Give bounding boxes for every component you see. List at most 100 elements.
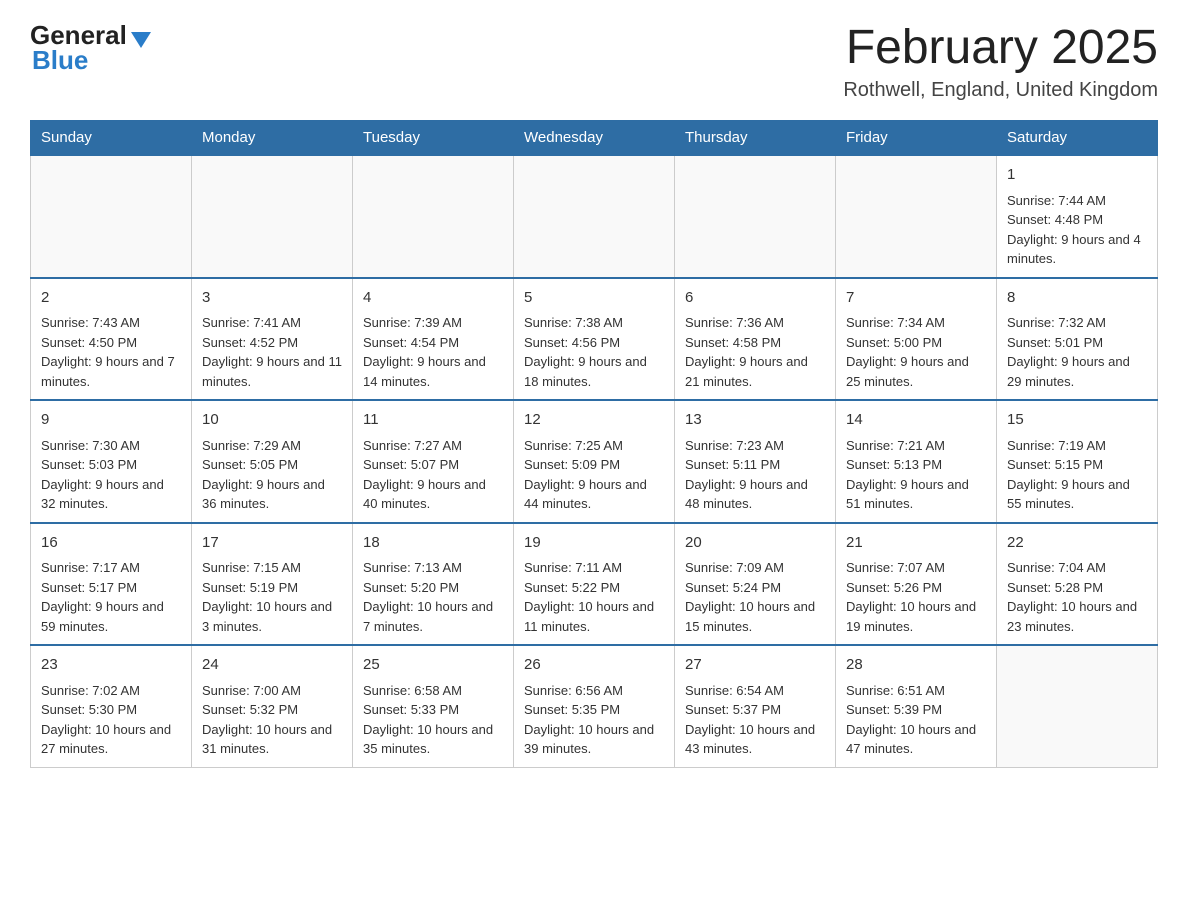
calendar-cell xyxy=(353,155,514,278)
calendar-table: SundayMondayTuesdayWednesdayThursdayFrid… xyxy=(30,120,1158,768)
day-info: Sunrise: 7:02 AM Sunset: 5:30 PM Dayligh… xyxy=(41,681,181,759)
day-info: Sunrise: 7:29 AM Sunset: 5:05 PM Dayligh… xyxy=(202,436,342,514)
day-number: 18 xyxy=(363,532,503,555)
calendar-week-1: 1 Sunrise: 7:44 AM Sunset: 4:48 PM Daylig… xyxy=(31,155,1158,278)
weekday-header-thursday: Thursday xyxy=(675,121,836,156)
calendar-cell: 11 Sunrise: 7:27 AM Sunset: 5:07 PM Dayli… xyxy=(353,400,514,523)
calendar-cell: 18 Sunrise: 7:13 AM Sunset: 5:20 PM Dayli… xyxy=(353,523,514,646)
calendar-cell: 22 Sunrise: 7:04 AM Sunset: 5:28 PM Dayli… xyxy=(997,523,1158,646)
logo-blue-text: Blue xyxy=(32,45,153,76)
page-header: General Blue February 2025 Rothwell, Eng… xyxy=(30,20,1158,102)
day-number: 7 xyxy=(846,287,986,310)
day-number: 20 xyxy=(685,532,825,555)
day-info: Sunrise: 7:19 AM Sunset: 5:15 PM Dayligh… xyxy=(1007,436,1147,514)
calendar-cell: 4Sunrise: 7:39 AM Sunset: 4:54 PM Daylig… xyxy=(353,278,514,401)
day-number: 5 xyxy=(524,287,664,310)
day-number: 21 xyxy=(846,532,986,555)
day-number: 3 xyxy=(202,287,342,310)
calendar-cell xyxy=(675,155,836,278)
logo-area: General Blue xyxy=(30,20,153,76)
calendar-cell: 10Sunrise: 7:29 AM Sunset: 5:05 PM Dayli… xyxy=(192,400,353,523)
day-info: Sunrise: 7:36 AM Sunset: 4:58 PM Dayligh… xyxy=(685,313,825,391)
day-info: Sunrise: 7:44 AM Sunset: 4:48 PM Dayligh… xyxy=(1007,191,1147,269)
calendar-cell: 2 Sunrise: 7:43 AM Sunset: 4:50 PM Daylig… xyxy=(31,278,192,401)
weekday-header-row: SundayMondayTuesdayWednesdayThursdayFrid… xyxy=(31,121,1158,156)
calendar-title: February 2025 xyxy=(843,20,1158,75)
day-info: Sunrise: 7:09 AM Sunset: 5:24 PM Dayligh… xyxy=(685,558,825,636)
calendar-cell: 24 Sunrise: 7:00 AM Sunset: 5:32 PM Dayli… xyxy=(192,645,353,767)
day-info: Sunrise: 7:34 AM Sunset: 5:00 PM Dayligh… xyxy=(846,313,986,391)
day-info: Sunrise: 7:13 AM Sunset: 5:20 PM Dayligh… xyxy=(363,558,503,636)
title-area: February 2025 Rothwell, England, United … xyxy=(843,20,1158,102)
calendar-cell: 9 Sunrise: 7:30 AM Sunset: 5:03 PM Daylig… xyxy=(31,400,192,523)
day-info: Sunrise: 7:00 AM Sunset: 5:32 PM Dayligh… xyxy=(202,681,342,759)
calendar-cell: 17 Sunrise: 7:15 AM Sunset: 5:19 PM Dayli… xyxy=(192,523,353,646)
day-info: Sunrise: 7:43 AM Sunset: 4:50 PM Dayligh… xyxy=(41,313,181,391)
day-info: Sunrise: 7:41 AM Sunset: 4:52 PM Dayligh… xyxy=(202,313,342,391)
day-number: 9 xyxy=(41,409,181,432)
calendar-cell: 23Sunrise: 7:02 AM Sunset: 5:30 PM Dayli… xyxy=(31,645,192,767)
calendar-cell: 6Sunrise: 7:36 AM Sunset: 4:58 PM Daylig… xyxy=(675,278,836,401)
day-info: Sunrise: 6:56 AM Sunset: 5:35 PM Dayligh… xyxy=(524,681,664,759)
day-info: Sunrise: 7:04 AM Sunset: 5:28 PM Dayligh… xyxy=(1007,558,1147,636)
day-number: 13 xyxy=(685,409,825,432)
calendar-week-2: 2 Sunrise: 7:43 AM Sunset: 4:50 PM Daylig… xyxy=(31,278,1158,401)
calendar-cell: 19 Sunrise: 7:11 AM Sunset: 5:22 PM Dayli… xyxy=(514,523,675,646)
day-info: Sunrise: 7:32 AM Sunset: 5:01 PM Dayligh… xyxy=(1007,313,1147,391)
day-number: 16 xyxy=(41,532,181,555)
day-number: 11 xyxy=(363,409,503,432)
calendar-cell xyxy=(514,155,675,278)
weekday-header-tuesday: Tuesday xyxy=(353,121,514,156)
day-info: Sunrise: 7:30 AM Sunset: 5:03 PM Dayligh… xyxy=(41,436,181,514)
day-info: Sunrise: 7:25 AM Sunset: 5:09 PM Dayligh… xyxy=(524,436,664,514)
day-number: 2 xyxy=(41,287,181,310)
calendar-cell: 1 Sunrise: 7:44 AM Sunset: 4:48 PM Daylig… xyxy=(997,155,1158,278)
weekday-header-saturday: Saturday xyxy=(997,121,1158,156)
weekday-header-friday: Friday xyxy=(836,121,997,156)
calendar-cell xyxy=(997,645,1158,767)
day-number: 25 xyxy=(363,654,503,677)
day-info: Sunrise: 7:15 AM Sunset: 5:19 PM Dayligh… xyxy=(202,558,342,636)
weekday-header-sunday: Sunday xyxy=(31,121,192,156)
day-number: 14 xyxy=(846,409,986,432)
day-number: 17 xyxy=(202,532,342,555)
calendar-cell: 26 Sunrise: 6:56 AM Sunset: 5:35 PM Dayli… xyxy=(514,645,675,767)
day-number: 15 xyxy=(1007,409,1147,432)
logo-triangle-icon xyxy=(131,32,151,48)
calendar-cell: 5Sunrise: 7:38 AM Sunset: 4:56 PM Daylig… xyxy=(514,278,675,401)
calendar-cell xyxy=(192,155,353,278)
day-number: 8 xyxy=(1007,287,1147,310)
day-info: Sunrise: 6:58 AM Sunset: 5:33 PM Dayligh… xyxy=(363,681,503,759)
day-number: 27 xyxy=(685,654,825,677)
calendar-week-4: 16 Sunrise: 7:17 AM Sunset: 5:17 PM Dayli… xyxy=(31,523,1158,646)
calendar-cell xyxy=(836,155,997,278)
calendar-cell: 7 Sunrise: 7:34 AM Sunset: 5:00 PM Daylig… xyxy=(836,278,997,401)
weekday-header-monday: Monday xyxy=(192,121,353,156)
calendar-cell: 27Sunrise: 6:54 AM Sunset: 5:37 PM Dayli… xyxy=(675,645,836,767)
calendar-cell: 20 Sunrise: 7:09 AM Sunset: 5:24 PM Dayli… xyxy=(675,523,836,646)
calendar-cell: 14 Sunrise: 7:21 AM Sunset: 5:13 PM Dayli… xyxy=(836,400,997,523)
calendar-cell: 12 Sunrise: 7:25 AM Sunset: 5:09 PM Dayli… xyxy=(514,400,675,523)
day-number: 12 xyxy=(524,409,664,432)
calendar-cell: 16 Sunrise: 7:17 AM Sunset: 5:17 PM Dayli… xyxy=(31,523,192,646)
day-number: 28 xyxy=(846,654,986,677)
calendar-subtitle: Rothwell, England, United Kingdom xyxy=(843,79,1158,102)
day-info: Sunrise: 6:51 AM Sunset: 5:39 PM Dayligh… xyxy=(846,681,986,759)
day-info: Sunrise: 7:23 AM Sunset: 5:11 PM Dayligh… xyxy=(685,436,825,514)
calendar-cell: 25 Sunrise: 6:58 AM Sunset: 5:33 PM Dayli… xyxy=(353,645,514,767)
day-info: Sunrise: 7:39 AM Sunset: 4:54 PM Dayligh… xyxy=(363,313,503,391)
day-number: 19 xyxy=(524,532,664,555)
day-info: Sunrise: 7:17 AM Sunset: 5:17 PM Dayligh… xyxy=(41,558,181,636)
day-number: 24 xyxy=(202,654,342,677)
calendar-week-5: 23Sunrise: 7:02 AM Sunset: 5:30 PM Dayli… xyxy=(31,645,1158,767)
day-number: 1 xyxy=(1007,164,1147,187)
day-number: 22 xyxy=(1007,532,1147,555)
day-info: Sunrise: 7:11 AM Sunset: 5:22 PM Dayligh… xyxy=(524,558,664,636)
weekday-header-wednesday: Wednesday xyxy=(514,121,675,156)
day-number: 26 xyxy=(524,654,664,677)
calendar-cell: 13 Sunrise: 7:23 AM Sunset: 5:11 PM Dayli… xyxy=(675,400,836,523)
day-info: Sunrise: 7:27 AM Sunset: 5:07 PM Dayligh… xyxy=(363,436,503,514)
calendar-cell xyxy=(31,155,192,278)
day-info: Sunrise: 7:21 AM Sunset: 5:13 PM Dayligh… xyxy=(846,436,986,514)
day-info: Sunrise: 7:07 AM Sunset: 5:26 PM Dayligh… xyxy=(846,558,986,636)
